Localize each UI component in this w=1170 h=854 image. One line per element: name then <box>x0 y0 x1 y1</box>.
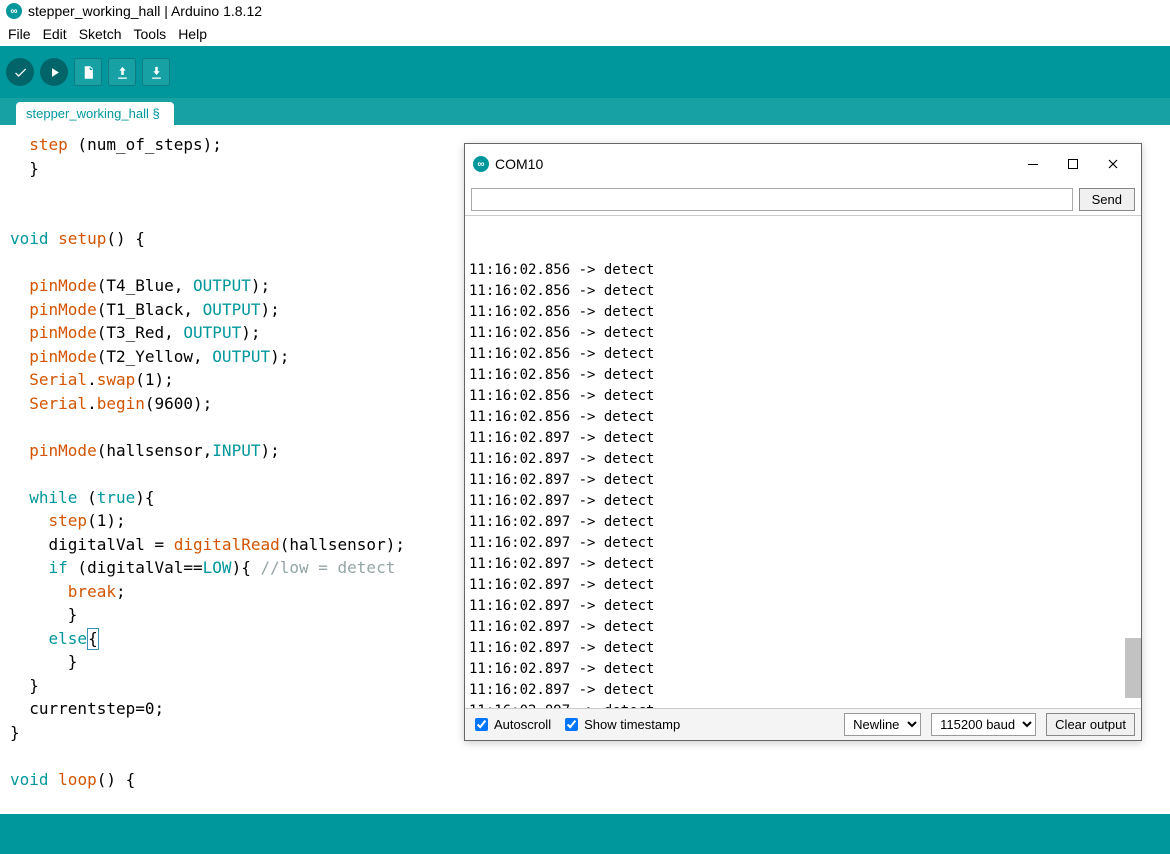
serial-title: COM10 <box>495 156 543 172</box>
line-ending-select[interactable]: Newline <box>844 713 921 736</box>
menu-sketch[interactable]: Sketch <box>75 24 126 44</box>
timestamp-label: Show timestamp <box>584 717 680 732</box>
serial-line: 11:16:02.897 -> detect <box>469 659 1137 680</box>
arrow-right-icon <box>47 65 62 80</box>
timestamp-input[interactable] <box>565 718 578 731</box>
serial-line: 11:16:02.856 -> detect <box>469 323 1137 344</box>
serial-line: 11:16:02.856 -> detect <box>469 260 1137 281</box>
upload-button[interactable] <box>40 58 68 86</box>
baud-select[interactable]: 115200 baud <box>931 713 1036 736</box>
maximize-button[interactable] <box>1053 150 1093 178</box>
serial-line: 11:16:02.897 -> detect <box>469 491 1137 512</box>
close-button[interactable] <box>1093 150 1133 178</box>
serial-output[interactable]: 11:16:02.856 -> detect11:16:02.856 -> de… <box>465 216 1141 708</box>
serial-bottom-bar: Autoscroll Show timestamp Newline 115200… <box>465 708 1141 740</box>
save-sketch-button[interactable] <box>142 58 170 86</box>
menu-tools[interactable]: Tools <box>130 24 171 44</box>
menu-edit[interactable]: Edit <box>39 24 71 44</box>
serial-line: 11:16:02.856 -> detect <box>469 365 1137 386</box>
serial-send-button[interactable]: Send <box>1079 188 1135 211</box>
arduino-logo-icon: ∞ <box>6 3 22 19</box>
autoscroll-checkbox[interactable]: Autoscroll <box>471 715 551 734</box>
serial-line: 11:16:02.856 -> detect <box>469 344 1137 365</box>
menubar: FileEditSketchToolsHelp <box>0 22 1170 46</box>
verify-button[interactable] <box>6 58 34 86</box>
menu-help[interactable]: Help <box>174 24 211 44</box>
toolbar <box>0 46 1170 98</box>
clear-output-button[interactable]: Clear output <box>1046 713 1135 736</box>
serial-line: 11:16:02.897 -> detect <box>469 596 1137 617</box>
serial-line: 11:16:02.897 -> detect <box>469 554 1137 575</box>
serial-line: 11:16:02.856 -> detect <box>469 407 1137 428</box>
serial-line: 11:16:02.897 -> detect <box>469 470 1137 491</box>
app-titlebar: ∞ stepper_working_hall | Arduino 1.8.12 <box>0 0 1170 22</box>
serial-line: 11:16:02.897 -> detect <box>469 449 1137 470</box>
tab-sketch[interactable]: stepper_working_hall § <box>16 102 174 125</box>
timestamp-checkbox[interactable]: Show timestamp <box>561 715 680 734</box>
serial-monitor-window: ∞ COM10 Send 11:16:02.856 -> detect11:16… <box>464 143 1142 741</box>
autoscroll-input[interactable] <box>475 718 488 731</box>
serial-line: 11:16:02.897 -> detect <box>469 701 1137 708</box>
download-arrow-icon <box>149 65 164 80</box>
file-icon <box>81 65 96 80</box>
scrollbar-thumb[interactable] <box>1125 638 1141 698</box>
minimize-button[interactable] <box>1013 150 1053 178</box>
serial-line: 11:16:02.897 -> detect <box>469 533 1137 554</box>
serial-line: 11:16:02.856 -> detect <box>469 386 1137 407</box>
menu-file[interactable]: File <box>4 24 35 44</box>
serial-line: 11:16:02.897 -> detect <box>469 428 1137 449</box>
upload-arrow-icon <box>115 65 130 80</box>
tab-strip: stepper_working_hall § <box>0 98 1170 125</box>
maximize-icon <box>1067 158 1079 170</box>
serial-line: 11:16:02.897 -> detect <box>469 512 1137 533</box>
serial-line: 11:16:02.897 -> detect <box>469 680 1137 701</box>
serial-line: 11:16:02.897 -> detect <box>469 638 1137 659</box>
status-bar <box>0 814 1170 854</box>
arduino-logo-icon: ∞ <box>473 156 489 172</box>
new-sketch-button[interactable] <box>74 58 102 86</box>
check-icon <box>13 65 28 80</box>
serial-line: 11:16:02.897 -> detect <box>469 617 1137 638</box>
serial-line: 11:16:02.856 -> detect <box>469 302 1137 323</box>
window-title: stepper_working_hall | Arduino 1.8.12 <box>28 3 262 19</box>
serial-titlebar: ∞ COM10 <box>465 144 1141 184</box>
serial-line: 11:16:02.856 -> detect <box>469 281 1137 302</box>
serial-input-row: Send <box>465 184 1141 216</box>
autoscroll-label: Autoscroll <box>494 717 551 732</box>
close-icon <box>1107 158 1119 170</box>
serial-send-input[interactable] <box>471 188 1073 211</box>
open-sketch-button[interactable] <box>108 58 136 86</box>
serial-line: 11:16:02.897 -> detect <box>469 575 1137 596</box>
minimize-icon <box>1027 158 1039 170</box>
